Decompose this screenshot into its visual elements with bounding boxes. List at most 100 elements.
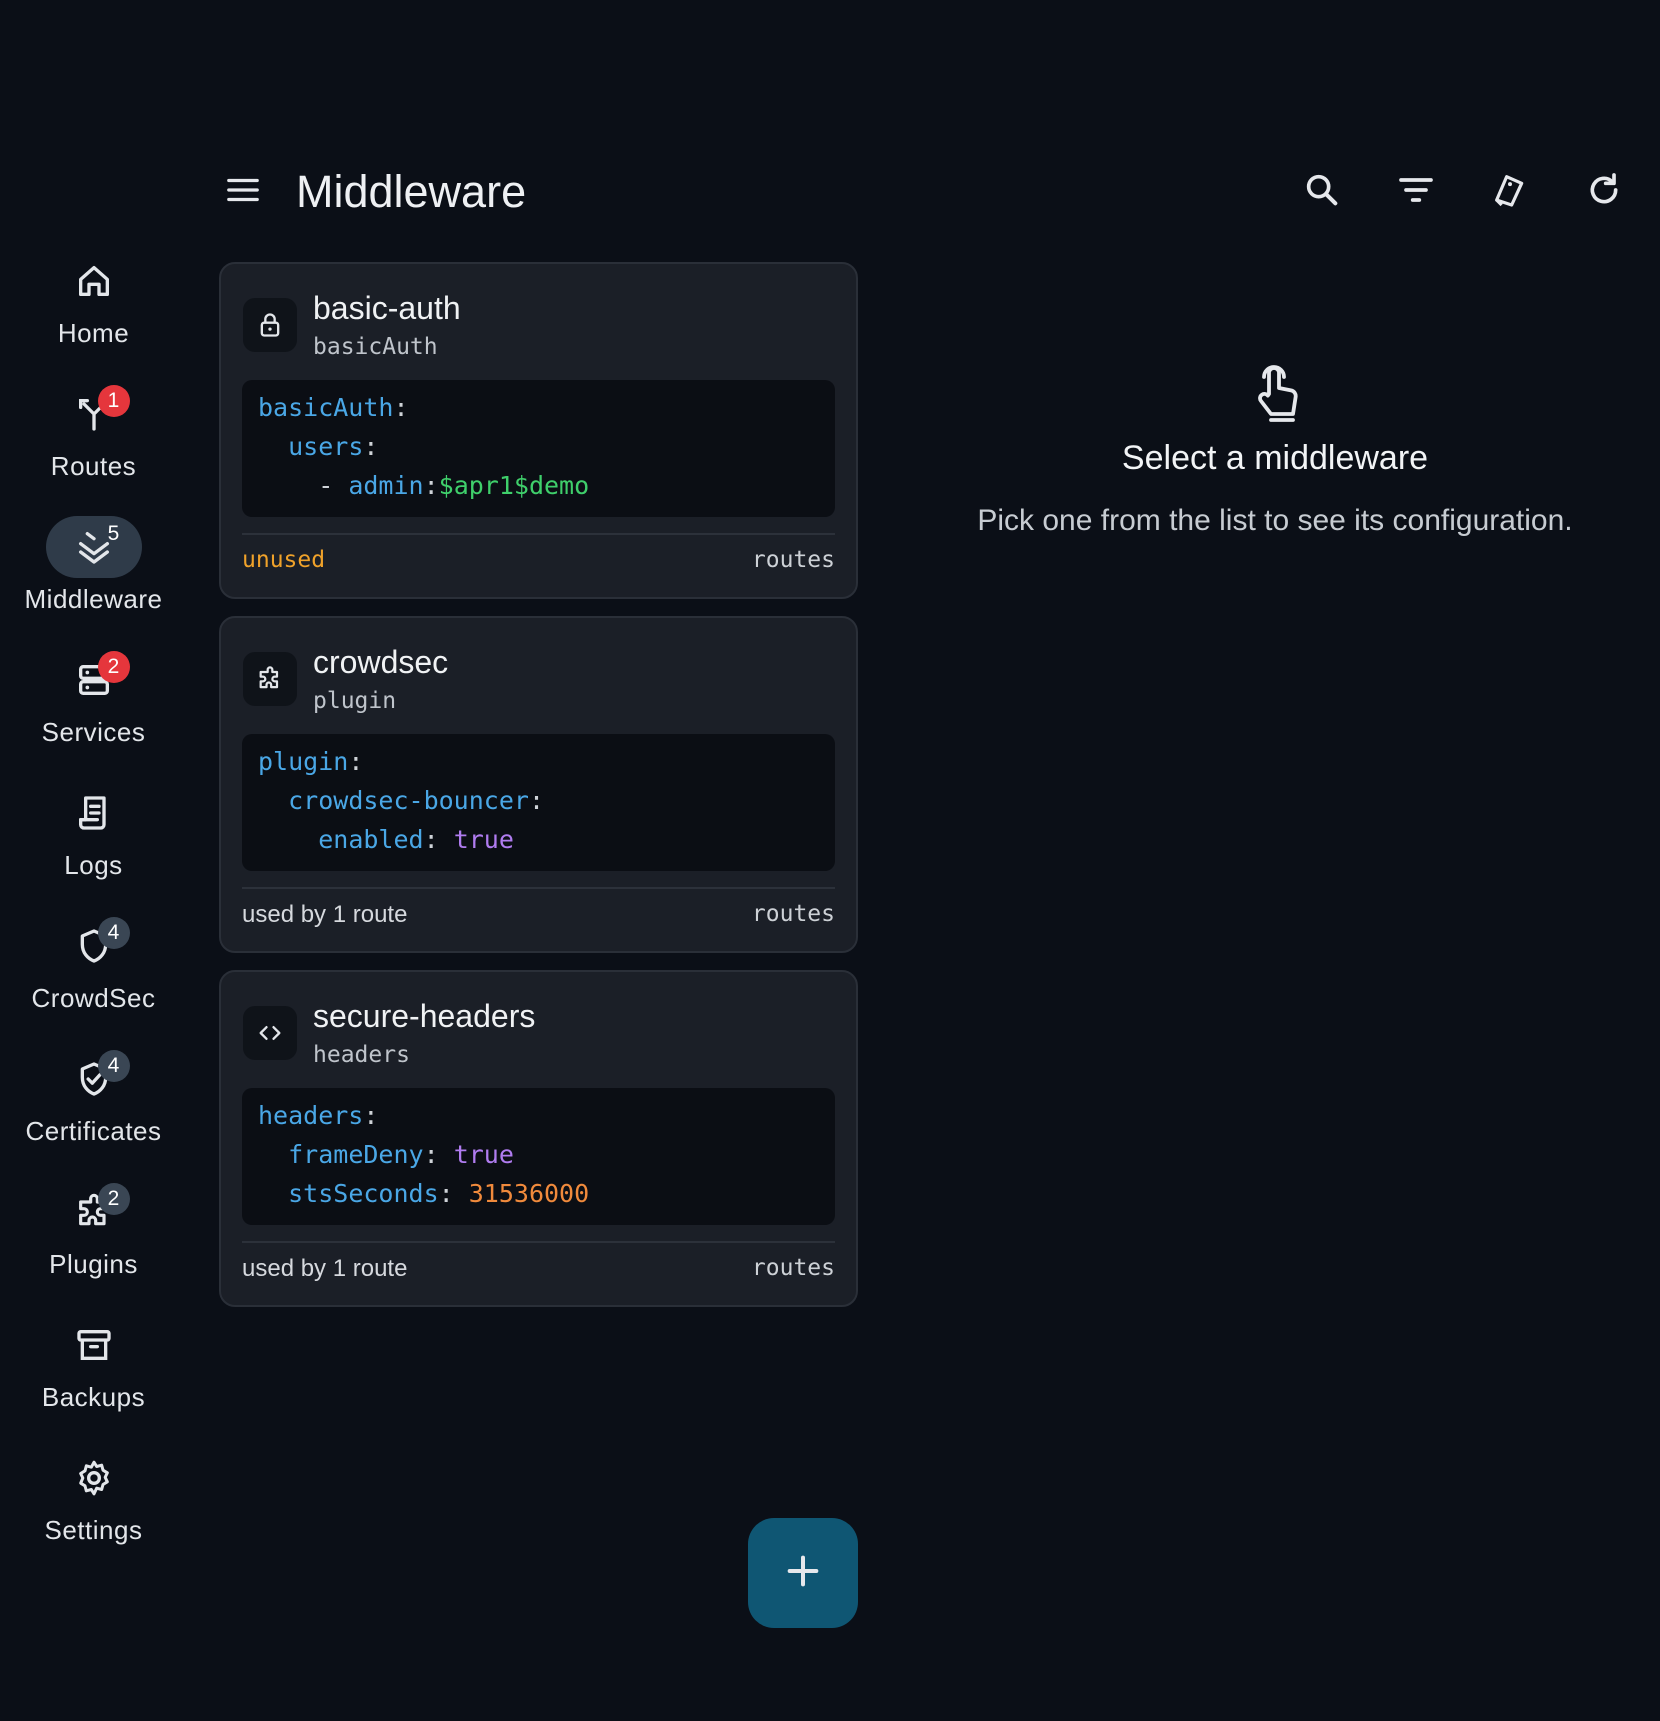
usage-status: used by 1 route bbox=[242, 1255, 408, 1282]
code-line: frameDeny: true bbox=[258, 1135, 819, 1174]
code-token: true bbox=[453, 825, 514, 854]
rail-item-label: Settings bbox=[44, 1515, 143, 1545]
rail-item-label: CrowdSec bbox=[31, 983, 156, 1013]
rail-badge: 4 bbox=[97, 1050, 130, 1082]
gear-icon bbox=[46, 1447, 142, 1509]
add-middleware-button[interactable] bbox=[748, 1518, 858, 1628]
code-token: basicAuth bbox=[258, 393, 394, 422]
middleware-type: plugin bbox=[313, 688, 397, 714]
top-app-bar: Middleware bbox=[210, 150, 1640, 234]
archive-icon bbox=[46, 1314, 142, 1376]
empty-state: Select a middleware Pick one from the li… bbox=[900, 360, 1650, 538]
code-line: - admin:$apr1$demo bbox=[258, 466, 819, 505]
menu-button[interactable] bbox=[210, 159, 276, 225]
code-token: : bbox=[423, 471, 439, 500]
rail-item-label: Middleware bbox=[24, 584, 163, 614]
divider bbox=[242, 1241, 835, 1243]
code-token: enabled bbox=[318, 825, 424, 854]
code-token: true bbox=[453, 1140, 514, 1169]
empty-state-title: Select a middleware bbox=[1121, 439, 1429, 477]
code-line: plugin: bbox=[258, 742, 819, 781]
usage-status: unused bbox=[242, 547, 326, 573]
code-token: : bbox=[438, 1179, 469, 1208]
rail-item-label: Certificates bbox=[25, 1116, 162, 1146]
filter-button[interactable] bbox=[1380, 156, 1452, 228]
rail-item-crowdsec[interactable]: 4 CrowdSec bbox=[0, 905, 187, 1038]
middleware-list: basic-auth basicAuth basicAuth: users: - a… bbox=[219, 262, 858, 1324]
menu-icon bbox=[224, 171, 262, 214]
code-token: : bbox=[348, 747, 364, 776]
code-token: plugin bbox=[258, 747, 349, 776]
code-line: stsSeconds: 31536000 bbox=[258, 1174, 819, 1213]
rail-item-middleware[interactable]: 5 Middleware bbox=[0, 506, 187, 639]
rail-item-routes[interactable]: 1 Routes bbox=[0, 373, 187, 506]
code-token: stsSeconds bbox=[288, 1179, 439, 1208]
certificate-icon: 4 bbox=[46, 1048, 142, 1110]
code-token: $apr1$demo bbox=[438, 471, 590, 500]
rail-item-certificates[interactable]: 4 Certificates bbox=[0, 1038, 187, 1171]
shield-icon: 4 bbox=[46, 915, 142, 977]
code-token: admin bbox=[348, 471, 424, 500]
rail-item-home[interactable]: Home bbox=[0, 240, 187, 373]
routes-link[interactable]: routes bbox=[752, 547, 835, 573]
tag-button[interactable] bbox=[1474, 156, 1546, 228]
middleware-type: headers bbox=[313, 1042, 410, 1068]
rail-item-plugins[interactable]: 2 Plugins bbox=[0, 1171, 187, 1304]
code-icon bbox=[243, 1006, 297, 1060]
code-token: : bbox=[363, 1101, 379, 1130]
config-preview: plugin: crowdsec-bouncer: enabled: true bbox=[242, 734, 835, 871]
routes-link[interactable]: routes bbox=[752, 901, 835, 927]
page-title: Middleware bbox=[296, 166, 527, 217]
rail-item-label: Plugins bbox=[49, 1249, 138, 1279]
code-token: : bbox=[393, 393, 409, 422]
code-line: headers: bbox=[258, 1096, 819, 1135]
rail-item-backups[interactable]: Backups bbox=[0, 1304, 187, 1437]
config-preview: basicAuth: users: - admin:$apr1$demo bbox=[242, 380, 835, 517]
usage-status: used by 1 route bbox=[242, 901, 408, 928]
rail-item-services[interactable]: 2 Services bbox=[0, 639, 187, 772]
code-line: basicAuth: bbox=[258, 388, 819, 427]
rail-badge: 2 bbox=[97, 651, 130, 683]
middleware-type: basicAuth bbox=[313, 334, 438, 360]
rail-item-label: Services bbox=[41, 717, 146, 747]
code-line: enabled: true bbox=[258, 820, 819, 859]
filter-icon bbox=[1396, 170, 1436, 215]
middleware-name: crowdsec bbox=[313, 644, 449, 680]
middleware-card[interactable]: secure-headers headers headers: frameDeny:… bbox=[219, 970, 858, 1307]
middleware-card[interactable]: crowdsec plugin plugin: crowdsec-bouncer: … bbox=[219, 616, 858, 953]
search-button[interactable] bbox=[1286, 156, 1358, 228]
rail-item-settings[interactable]: Settings bbox=[0, 1437, 187, 1570]
code-line: crowdsec-bouncer: bbox=[258, 781, 819, 820]
rail-badge: 4 bbox=[97, 917, 130, 949]
middleware-card[interactable]: basic-auth basicAuth basicAuth: users: - a… bbox=[219, 262, 858, 599]
rail-item-label: Backups bbox=[41, 1382, 146, 1412]
rail-item-label: Logs bbox=[64, 850, 123, 880]
puzzle-icon bbox=[243, 652, 297, 706]
tag-icon bbox=[1490, 170, 1530, 215]
home-icon bbox=[46, 250, 142, 312]
code-token: : bbox=[363, 432, 379, 461]
refresh-button[interactable] bbox=[1568, 156, 1640, 228]
server-icon: 2 bbox=[46, 649, 142, 711]
divider bbox=[242, 533, 835, 535]
code-token: frameDeny bbox=[288, 1140, 424, 1169]
layers-icon: 5 bbox=[45, 516, 142, 578]
rail-item-logs[interactable]: Logs bbox=[0, 772, 187, 905]
code-token: : bbox=[423, 1140, 454, 1169]
rail-item-label: Home bbox=[57, 318, 130, 348]
empty-state-subtitle: Pick one from the list to see its config… bbox=[977, 504, 1573, 537]
rail-badge: 2 bbox=[97, 1183, 130, 1215]
search-icon bbox=[1302, 170, 1342, 215]
lock-icon bbox=[243, 298, 297, 352]
navigation-rail: Home 1 Routes 5 Middleware 2 Services Logs 4 Crow… bbox=[0, 240, 187, 1570]
code-token: headers bbox=[258, 1101, 364, 1130]
divider bbox=[242, 887, 835, 889]
routes-link[interactable]: routes bbox=[752, 1255, 835, 1281]
routes-icon: 1 bbox=[46, 383, 142, 445]
tap-icon bbox=[900, 360, 1650, 429]
